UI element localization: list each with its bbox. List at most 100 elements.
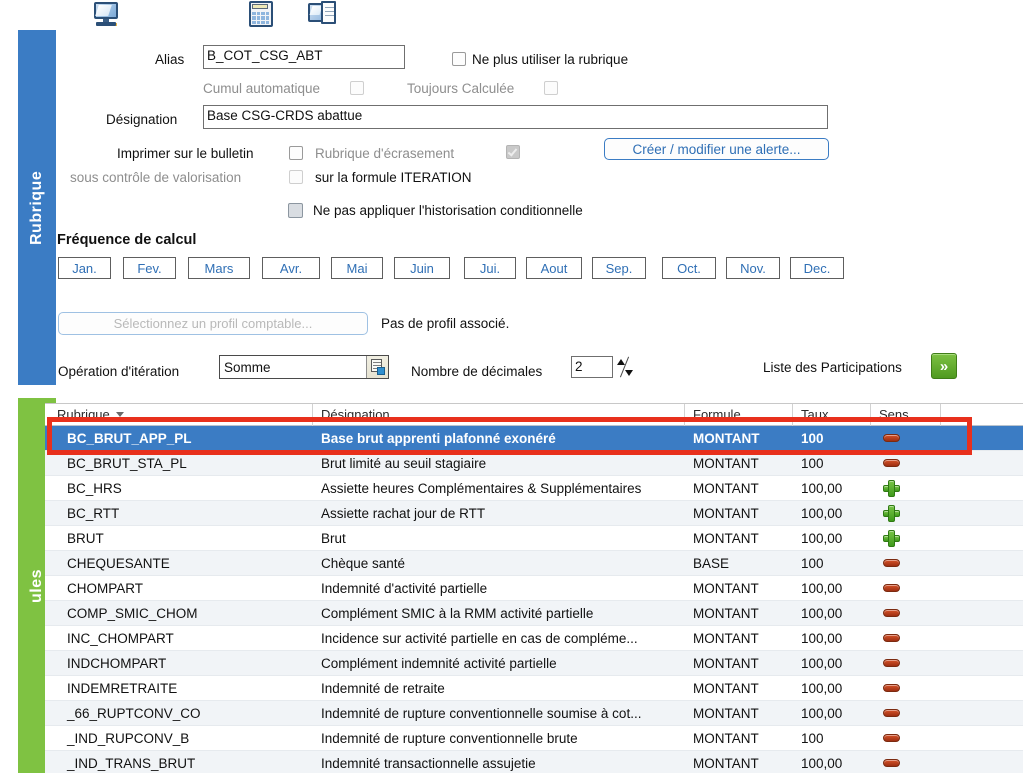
cell-rubrique: CHEQUESANTE [67,555,170,571]
sens-minus-icon [883,609,900,617]
app-window: Rubrique ules Alias B_COT_CSG_ABT Ne plu… [0,0,1023,773]
table-row[interactable]: BC_BRUT_APP_PL Base brut apprenti plafonn… [45,426,1023,451]
cell-taux: 100,00 [801,630,843,646]
table-row[interactable]: BC_RTT Assiette rachat jour de RTT MONTANT… [45,501,1023,526]
rubrique-ecrasement-label: Rubrique d'écrasement [315,146,455,161]
month-jan[interactable]: Jan. [58,257,111,279]
ne-plus-utiliser-checkbox[interactable] [452,52,466,66]
cell-formule: MONTANT [693,680,759,696]
cell-rubrique: BC_RTT [67,505,120,521]
column-header-rubrique-label: Rubrique [57,407,110,422]
operation-iteration-select[interactable]: Somme [219,355,389,379]
cell-taux: 100,00 [801,530,843,546]
cell-designation: Complément SMIC à la RMM activité partie… [321,605,594,621]
historisation-label: Ne pas appliquer l'historisation conditi… [313,203,583,218]
selectionner-profil-comptable-button[interactable]: Sélectionnez un profil comptable... [58,312,368,335]
rubrique-ecrasement-state-checkbox[interactable] [506,145,520,159]
month-dec[interactable]: Dec. [790,257,844,279]
cell-rubrique: CHOMPART [67,580,144,596]
table-row[interactable]: CHEQUESANTE Chèque santé BASE 100 [45,551,1023,576]
nombre-decimales-stepper[interactable] [615,356,635,378]
month-juin[interactable]: Juin [394,257,450,279]
cell-designation: Assiette heures Complémentaires & Supplé… [321,480,642,496]
column-header-designation[interactable]: Désignation [313,404,685,426]
month-aout[interactable]: Aout [526,257,582,279]
cell-formule: MONTANT [693,655,759,671]
sens-minus-icon [883,659,900,667]
cumul-automatique-checkbox[interactable] [350,81,364,95]
table-row[interactable]: INDEMRETRAITE Indemnité de retraite MONTAN… [45,676,1023,701]
frequence-title: Fréquence de calcul [57,232,197,248]
column-header-sens[interactable]: Sens [871,404,941,426]
sens-minus-icon [883,459,900,467]
cell-sens [871,501,941,526]
rubrique-form-panel: Alias B_COT_CSG_ABT Ne plus utiliser la … [0,0,1023,398]
imprimer-bulletin-checkbox[interactable] [289,146,303,160]
month-mars[interactable]: Mars [188,257,250,279]
alias-input[interactable]: B_COT_CSG_ABT [203,45,405,69]
cell-sens [871,651,941,676]
table-row[interactable]: _IND_TRANS_BRUT Indemnité transactionnell… [45,751,1023,773]
cell-sens [871,626,941,651]
cell-formule: MONTANT [693,505,759,521]
historisation-checkbox[interactable] [288,203,303,218]
profil-status-text: Pas de profil associé. [381,316,510,331]
cell-taux: 100,00 [801,605,843,621]
column-header-rubrique[interactable]: Rubrique [45,404,313,426]
cell-formule: BASE [693,555,730,571]
cell-sens [871,601,941,626]
cell-rubrique: _IND_RUPCONV_B [67,730,190,746]
cell-sens [871,476,941,501]
sens-plus-icon [883,479,900,497]
month-sep[interactable]: Sep. [592,257,646,279]
cell-designation: Indemnité de rupture conventionnelle sou… [321,705,642,721]
sidebar-tab-formules-label: ules [28,568,45,603]
rubriques-table[interactable]: Rubrique Désignation Formule Taux Sens B… [45,403,1023,773]
cell-sens [871,751,941,773]
month-avr[interactable]: Avr. [262,257,320,279]
nombre-decimales-input[interactable]: 2 [571,356,613,378]
sens-minus-icon [883,684,900,692]
cell-taux: 100,00 [801,680,843,696]
table-row[interactable]: BRUT Brut MONTANT 100,00 [45,526,1023,551]
table-row[interactable]: _66_RUPTCONV_CO Indemnité de rupture conv… [45,701,1023,726]
cell-formule: MONTANT [693,455,759,471]
month-mai[interactable]: Mai [331,257,383,279]
cell-designation: Indemnité d'activité partielle [321,580,488,596]
liste-participations-button[interactable]: » [931,353,957,379]
liste-participations-label: Liste des Participations [763,360,902,375]
table-row[interactable]: BC_HRS Assiette heures Complémentaires & … [45,476,1023,501]
cell-designation: Indemnité de rupture conventionnelle bru… [321,730,578,746]
creer-modifier-alerte-button[interactable]: Créer / modifier une alerte... [604,138,829,160]
cell-rubrique: INDCHOMPART [67,655,167,671]
month-nov[interactable]: Nov. [726,257,780,279]
table-row[interactable]: BC_BRUT_STA_PL Brut limité au seuil stagi… [45,451,1023,476]
cell-rubrique: BC_HRS [67,480,122,496]
cell-taux: 100,00 [801,755,843,771]
toujours-calculee-checkbox[interactable] [544,81,558,95]
cell-formule: MONTANT [693,630,759,646]
cell-designation: Assiette rachat jour de RTT [321,505,486,521]
cell-designation: Brut limité au seuil stagiaire [321,455,487,471]
cell-formule: MONTANT [693,530,759,546]
month-jui[interactable]: Jui. [464,257,516,279]
table-row[interactable]: INC_CHOMPART Incidence sur activité parti… [45,626,1023,651]
ne-plus-utiliser-label: Ne plus utiliser la rubrique [472,52,629,67]
table-row[interactable]: CHOMPART Indemnité d'activité partielle MO… [45,576,1023,601]
month-oct[interactable]: Oct. [662,257,716,279]
table-row[interactable]: COMP_SMIC_CHOM Complément SMIC à la RMM a… [45,601,1023,626]
table-row[interactable]: _IND_RUPCONV_B Indemnité de rupture conve… [45,726,1023,751]
column-header-formule[interactable]: Formule [685,404,793,426]
nombre-decimales-label: Nombre de décimales [411,364,543,379]
operation-iteration-picker-icon[interactable] [366,356,388,378]
cell-rubrique: COMP_SMIC_CHOM [67,605,198,621]
designation-input[interactable]: Base CSG-CRDS abattue [203,105,828,129]
cell-taux: 100 [801,455,824,471]
cell-sens [871,676,941,701]
cell-rubrique: INDEMRETRAITE [67,680,178,696]
sur-formule-iteration-checkbox[interactable] [289,170,303,184]
month-fev[interactable]: Fev. [123,257,176,279]
column-header-taux[interactable]: Taux [793,404,871,426]
table-row[interactable]: INDCHOMPART Complément indemnité activité… [45,651,1023,676]
sens-minus-icon [883,434,900,442]
